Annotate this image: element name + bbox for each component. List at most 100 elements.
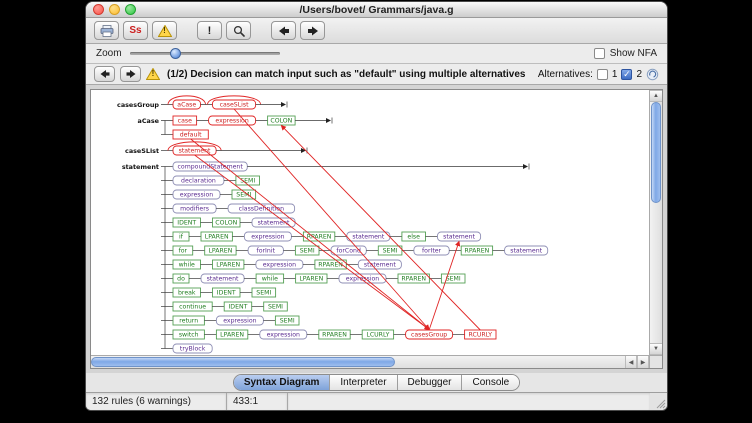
diagram-node-label: expression <box>180 192 213 199</box>
diagram-node-label: IDENT <box>228 304 247 311</box>
printer-icon <box>100 25 114 37</box>
tab-debugger[interactable]: Debugger <box>397 375 462 390</box>
back-button[interactable] <box>271 21 296 40</box>
exclamation-icon: ! <box>208 25 212 37</box>
diagram-node-label: classDefinition <box>239 206 284 213</box>
syntax-coloring-button[interactable]: Ss <box>123 21 148 40</box>
diagram-node-label: COLON <box>270 118 292 125</box>
diagram-node-label: do <box>177 276 185 283</box>
breakpoint-button[interactable]: ! <box>197 21 222 40</box>
diagram-node-label: SEMI <box>240 178 255 185</box>
diagram-node-label: for <box>179 248 188 255</box>
decision-path-icon[interactable] <box>646 68 659 81</box>
diagram-node-label: statement <box>443 234 475 241</box>
diagram-node-label: SEMI <box>256 290 271 297</box>
show-nfa-label: Show NFA <box>610 48 657 59</box>
find-button[interactable] <box>226 21 251 40</box>
tab-console[interactable]: Console <box>461 375 519 390</box>
zoom-slider[interactable] <box>130 48 280 59</box>
alternative-2-label: 2 <box>636 69 642 80</box>
diagram-node-label: declaration <box>181 178 216 185</box>
diagram-node-label: tryBlock <box>180 346 206 353</box>
alternative-1-checkbox[interactable] <box>597 69 608 80</box>
scroll-right-icon[interactable]: ▶ <box>637 356 649 368</box>
tab-syntax-diagram[interactable]: Syntax Diagram <box>234 375 330 390</box>
bottom-tab-bar: Syntax Diagram Interpreter Debugger Cons… <box>86 373 667 392</box>
diagram-node-label: LPAREN <box>220 332 244 339</box>
warning-triangle-icon: ! <box>146 68 160 80</box>
diagram-node-label: caseSList <box>220 102 250 109</box>
resize-grip-icon <box>654 397 666 409</box>
scrollbar-corner <box>649 355 662 368</box>
diagram-node-label: expression <box>215 118 248 125</box>
titlebar: /Users/bovet/ Grammars/java.g <box>86 2 667 18</box>
status-spacer <box>288 393 650 410</box>
diagram-node-label: switch <box>179 332 199 339</box>
diagram-node-label: RPAREN <box>465 248 490 255</box>
search-icon <box>233 25 245 37</box>
diagram-node-label: casesGroup <box>411 332 447 339</box>
diagram-node-label: LPAREN <box>299 276 323 283</box>
forward-arrow-icon <box>307 25 319 37</box>
diagram-node-label: statement <box>510 248 542 255</box>
diagram-node-label: statement <box>258 220 290 227</box>
diagram-panel: casesGroupaCasecaseSListaCasecaseexpress… <box>90 89 663 369</box>
diagram-node-label: while <box>179 262 195 269</box>
diagram-node-label: SEMI <box>446 276 461 283</box>
alternative-2-checkbox[interactable] <box>621 69 632 80</box>
horizontal-scroll-thumb[interactable] <box>91 357 395 367</box>
next-warning-button[interactable] <box>120 66 141 82</box>
antlrworks-window: /Users/bovet/ Grammars/java.g Ss <box>85 1 668 411</box>
diagram-canvas-area: casesGroupaCasecaseSListaCasecaseexpress… <box>86 85 667 373</box>
diagram-node-label: LPAREN <box>216 262 240 269</box>
diagram-node-label: else <box>407 234 420 241</box>
horizontal-scroll-track[interactable] <box>91 356 625 368</box>
diagram-node-label: SEMI <box>383 248 398 255</box>
syntax-diagram-canvas[interactable]: casesGroupaCasecaseSListaCasecaseexpress… <box>91 90 649 355</box>
caret-position: 433:1 <box>227 393 288 410</box>
diagram-node-label: modifiers <box>180 206 209 213</box>
diagram-node-label: continue <box>179 304 206 311</box>
forward-arrow-icon <box>126 69 136 79</box>
alternative-1-label: 1 <box>612 69 618 80</box>
horizontal-scrollbar[interactable]: ◀ ▶ <box>91 355 649 368</box>
tab-interpreter[interactable]: Interpreter <box>329 375 396 390</box>
scroll-left-icon[interactable]: ◀ <box>625 356 637 368</box>
diagram-node-label: RPAREN <box>401 276 426 283</box>
diagram-node-label: statement <box>352 234 384 241</box>
diagram-node-label: expression <box>223 318 256 325</box>
diagram-rule-name: casesGroup <box>117 101 159 109</box>
back-arrow-icon <box>278 25 290 37</box>
status-bar: 132 rules (6 warnings) 433:1 <box>86 392 667 410</box>
diagram-node-label: default <box>180 132 202 139</box>
diagram-node-label: RCURLY <box>469 332 493 339</box>
diagram-node-label: statement <box>207 276 239 283</box>
diagram-node-label: LPAREN <box>208 248 232 255</box>
zoom-slider-knob[interactable] <box>170 48 181 59</box>
show-nfa-checkbox[interactable] <box>594 48 605 59</box>
diagram-node-label: aCase <box>177 102 196 109</box>
window-title: /Users/bovet/ Grammars/java.g <box>86 4 667 16</box>
warnings-button[interactable]: ! <box>152 21 177 40</box>
prev-warning-button[interactable] <box>94 66 115 82</box>
print-button[interactable] <box>94 21 119 40</box>
diagram-node-label: while <box>262 276 278 283</box>
forward-button[interactable] <box>300 21 325 40</box>
diagram-node-label: SEMI <box>268 304 283 311</box>
diagram-node-label: SEMI <box>280 318 295 325</box>
vertical-scroll-thumb[interactable] <box>651 102 661 203</box>
diagram-node-label: expression <box>267 332 300 339</box>
diagram-node-label: IDENT <box>177 220 196 227</box>
scroll-down-icon[interactable]: ▼ <box>650 343 662 355</box>
diagram-node-label: LCURLY <box>366 332 389 339</box>
diagram-node-label: expression <box>263 262 296 269</box>
vertical-scrollbar[interactable]: ▲ ▼ <box>649 90 662 355</box>
diagram-node-label: IDENT <box>217 290 236 297</box>
back-arrow-icon <box>100 69 110 79</box>
toolbar: Ss ! ! <box>86 18 667 44</box>
diagram-node-label: case <box>178 118 192 125</box>
vertical-scroll-track[interactable] <box>650 102 662 343</box>
scroll-up-icon[interactable]: ▲ <box>650 90 662 102</box>
resize-grip[interactable] <box>650 393 667 410</box>
diagram-node-label: LPAREN <box>205 234 229 241</box>
